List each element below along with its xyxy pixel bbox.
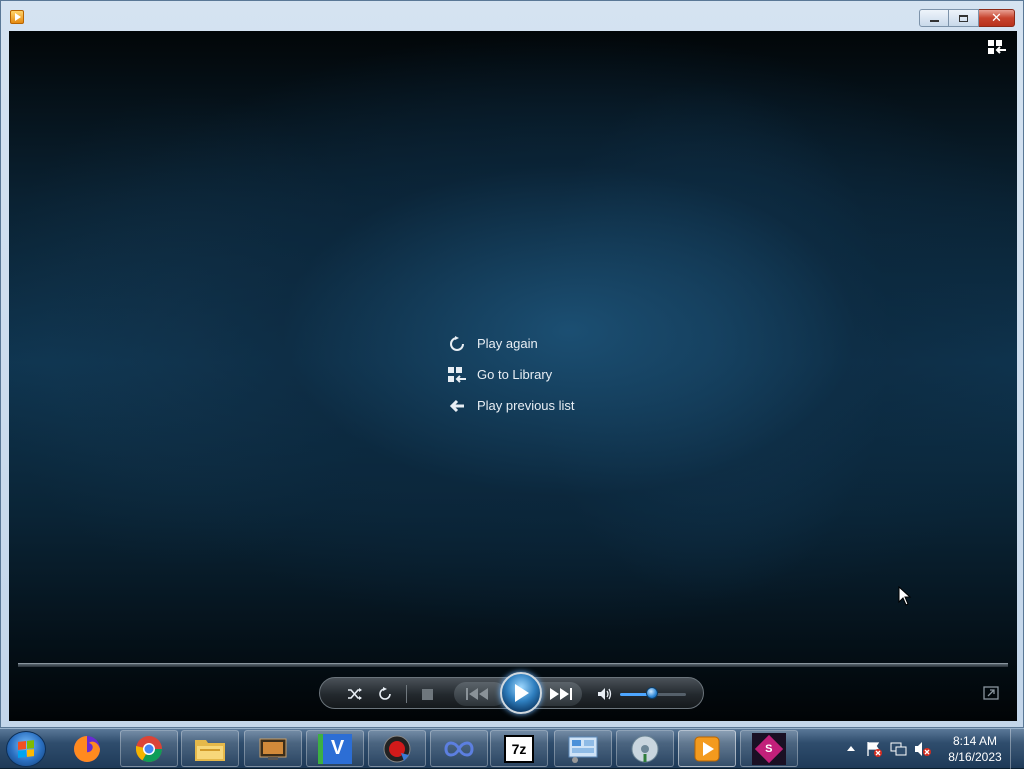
replay-icon	[447, 335, 467, 353]
taskbar-disk-app[interactable]	[616, 730, 674, 767]
go-to-library-item[interactable]: Go to Library	[447, 359, 575, 390]
media-player-app-icon[interactable]	[10, 10, 24, 24]
taskbar-control-panel[interactable]	[554, 730, 612, 767]
next-icon	[550, 688, 572, 700]
flash-designer-label: S	[765, 742, 773, 755]
media-player-window: ✕ Play again Go to Library Play previous…	[0, 0, 1024, 728]
minimize-button[interactable]	[919, 9, 949, 27]
play-again-label: Play again	[477, 336, 538, 351]
switch-to-library-icon[interactable]	[987, 39, 1007, 55]
network-icon[interactable]	[890, 741, 908, 757]
taskbar-file-explorer[interactable]	[181, 730, 239, 767]
show-hidden-icons-icon[interactable]	[846, 744, 856, 752]
close-button[interactable]: ✕	[979, 9, 1015, 27]
maximize-button[interactable]	[949, 9, 979, 27]
folder-icon	[195, 739, 225, 761]
action-center-flag-icon[interactable]	[866, 741, 882, 757]
windows-logo-icon	[18, 740, 34, 758]
repeat-button[interactable]	[374, 684, 396, 704]
fullscreen-icon[interactable]	[983, 686, 999, 700]
mute-button[interactable]	[594, 684, 616, 704]
taskbar-chrome[interactable]	[120, 730, 178, 767]
tv-icon	[259, 738, 287, 760]
library-icon	[447, 366, 467, 384]
play-previous-list-item[interactable]: Play previous list	[447, 390, 575, 421]
end-of-playback-menu: Play again Go to Library Play previous l…	[447, 328, 575, 421]
taskbar-recorder[interactable]	[368, 730, 426, 767]
previous-button[interactable]	[454, 682, 506, 706]
infinity-icon	[444, 741, 474, 756]
taskbar-7zip[interactable]: 7z	[490, 730, 548, 767]
volume-slider-thumb[interactable]	[646, 687, 658, 699]
mouse-cursor-icon	[898, 586, 912, 606]
taskbar-flash-designer[interactable]: S	[740, 730, 798, 767]
taskbar-firefox[interactable]	[58, 730, 116, 767]
record-icon	[383, 735, 411, 762]
flash-designer-icon: S	[752, 732, 786, 765]
previous-icon	[466, 688, 488, 700]
7zip-label: 7z	[511, 740, 527, 757]
play-button[interactable]	[500, 672, 542, 714]
system-clock[interactable]: 8:14 AM 8/16/2023	[940, 733, 1010, 765]
maximize-icon	[959, 14, 968, 22]
close-icon: ✕	[991, 10, 1002, 26]
v-icon: V	[318, 733, 352, 764]
play-previous-list-label: Play previous list	[477, 398, 575, 413]
stop-icon	[421, 688, 433, 700]
title-bar[interactable]: ✕	[1, 1, 1023, 31]
media-player-icon	[694, 736, 720, 761]
back-arrow-icon	[447, 397, 467, 415]
minimize-icon	[929, 20, 939, 22]
chrome-icon	[135, 735, 163, 762]
taskbar-infinity-app[interactable]	[430, 730, 488, 767]
volume-muted-icon[interactable]	[914, 741, 932, 757]
stop-button[interactable]	[416, 684, 438, 704]
volume-icon	[598, 688, 612, 700]
show-desktop-button[interactable]	[1010, 729, 1024, 769]
play-icon	[515, 684, 529, 702]
taskbar-media-app[interactable]	[244, 730, 302, 767]
shuffle-icon	[348, 688, 362, 700]
taskbar-v-app[interactable]: V	[306, 730, 364, 767]
shuffle-button[interactable]	[344, 684, 366, 704]
clock-date: 8/16/2023	[948, 750, 1002, 764]
taskbar-media-player[interactable]	[678, 730, 736, 767]
playback-controls	[319, 672, 704, 714]
disk-icon	[631, 735, 659, 762]
play-again-item[interactable]: Play again	[447, 328, 575, 359]
taskbar: V 7z S 8:14 AM 8/16/2023	[0, 728, 1024, 769]
separator	[406, 685, 407, 703]
firefox-icon	[74, 735, 100, 762]
7zip-icon: 7z	[504, 734, 534, 763]
caption-buttons: ✕	[919, 9, 1015, 27]
control-panel-icon	[568, 736, 598, 763]
start-button[interactable]	[6, 731, 46, 767]
repeat-icon	[379, 687, 391, 700]
go-to-library-label: Go to Library	[477, 367, 553, 382]
clock-time: 8:14 AM	[952, 734, 998, 748]
seek-bar[interactable]	[18, 663, 1008, 667]
video-area[interactable]: Play again Go to Library Play previous l…	[9, 31, 1017, 721]
v-app-label: V	[330, 737, 345, 759]
